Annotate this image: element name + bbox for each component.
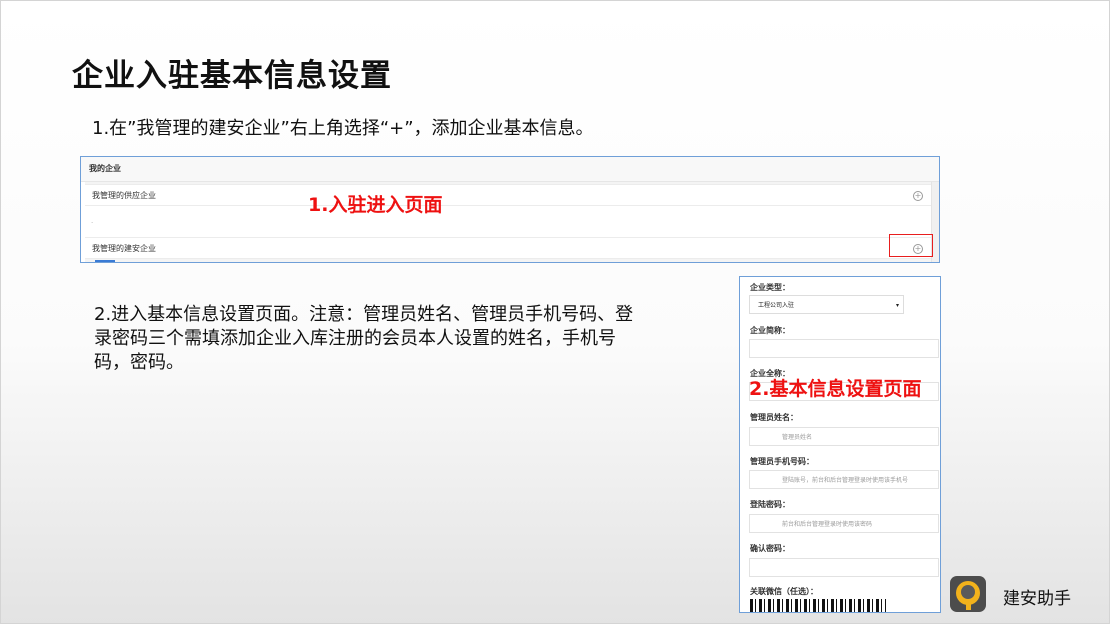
supplier-enterprise-label: 我管理的供应企业: [92, 191, 156, 200]
page-title: 企业入驻基本信息设置: [72, 58, 392, 94]
brand-logo-icon: [950, 576, 986, 612]
logo-hole: [961, 585, 975, 599]
confirm-password-label: 确认密码：: [750, 544, 790, 553]
add-supplier-plus-icon[interactable]: +: [913, 191, 923, 201]
admin-name-label: 管理员姓名：: [750, 413, 798, 422]
my-enterprise-header: 我的企业: [81, 157, 939, 182]
admin-phone-label: 管理员手机号码：: [750, 457, 814, 466]
plus-highlight-box: [889, 234, 933, 257]
basic-info-annotation: 2.基本信息设置页面: [749, 378, 922, 400]
construction-enterprise-row[interactable]: 我管理的建安企业 +: [85, 237, 931, 259]
enterprise-type-label: 企业类型：: [750, 283, 790, 292]
construction-enterprise-label: 我管理的建安企业: [92, 244, 156, 253]
short-name-label: 企业简称：: [750, 326, 790, 335]
enterprise-type-value: 工程公司入驻: [758, 302, 795, 309]
confirm-password-input[interactable]: [749, 558, 939, 577]
password-input[interactable]: 前台和后台管理登录时使用该密码: [749, 514, 939, 533]
basic-info-form-screenshot: 企业类型： 工程公司入驻 ▾ 企业简称： 企业全称： 管理员姓名： 管理员姓名 …: [739, 276, 941, 613]
entry-page-annotation: 1.入驻进入页面: [308, 194, 443, 216]
wechat-label: 关联微信（任选）：: [750, 587, 818, 596]
password-label: 登陆密码：: [750, 500, 790, 509]
admin-phone-input[interactable]: 登陆账号，前台和后台管理登录时使用该手机号: [749, 470, 939, 489]
supplier-enterprise-row[interactable]: 我管理的供应企业 +: [85, 184, 931, 206]
step2-instruction: 2.进入基本信息设置页面。注意：管理员姓名、管理员手机号码、登录密码三个需填添加…: [94, 304, 634, 373]
enterprise-list: 我管理的供应企业 + . 我管理的建安企业 +: [85, 182, 931, 262]
step1-instruction: 1.在”我管理的建安企业”右上角选择“+”，添加企业基本信息。: [92, 118, 594, 139]
wechat-qr-code: [750, 599, 886, 612]
active-tab-indicator: [95, 260, 115, 262]
brand-name: 建安助手: [1003, 589, 1071, 609]
enterprise-type-select[interactable]: 工程公司入驻 ▾: [749, 295, 904, 314]
admin-name-input[interactable]: 管理员姓名: [749, 427, 939, 446]
enterprise-list-screenshot: 我的企业 我管理的供应企业 + . 我管理的建安企业 +: [80, 156, 940, 263]
short-name-input[interactable]: [749, 339, 939, 358]
chevron-down-icon: ▾: [895, 302, 899, 309]
supplier-list-empty: .: [85, 206, 931, 237]
empty-dot: .: [91, 217, 94, 225]
logo-stem: [966, 601, 971, 610]
